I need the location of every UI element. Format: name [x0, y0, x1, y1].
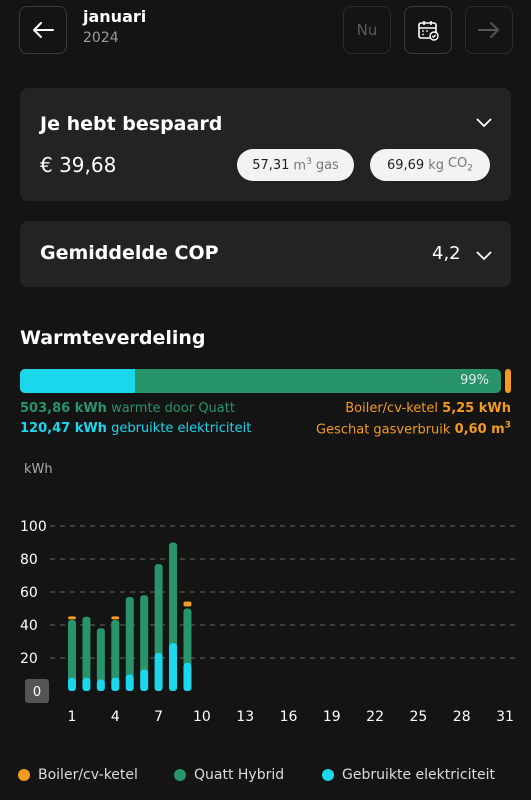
electricity-stat: 120,47 kWh gebruikte elektriciteit: [20, 421, 252, 436]
bar-quatt-hybrid: [169, 542, 178, 647]
x-tick-label: 28: [453, 709, 471, 725]
heat-distribution-title: Warmteverdeling: [20, 327, 206, 349]
electricity-segment: [20, 369, 136, 393]
boiler-stat: Boiler/cv-ketel 5,25 kWh: [345, 401, 511, 416]
x-tick-label: 16: [280, 709, 298, 725]
x-tick-label: 10: [193, 709, 211, 725]
quatt-heat-stat: 503,86 kWh warmte door Quatt: [20, 401, 235, 416]
gas-savings-pill: 57,31 m3 gas: [237, 149, 354, 181]
x-tick-label: 22: [366, 709, 384, 725]
gas-savings-unit: m3: [293, 156, 312, 174]
forward-button[interactable]: [465, 6, 513, 54]
quatt-legend-dot: [174, 769, 186, 781]
quatt-percentage: 99%: [460, 373, 489, 388]
legend-electricity-label: Gebruikte elektriciteit: [342, 767, 495, 783]
boiler-legend-dot: [18, 769, 30, 781]
now-button[interactable]: Nu: [343, 6, 391, 54]
legend-electricity: Gebruikte elektriciteit: [322, 767, 495, 783]
x-tick-label: 4: [111, 709, 120, 725]
cop-card[interactable]: Gemiddelde COP 4,2: [20, 221, 511, 287]
bar-electricity: [169, 643, 178, 691]
y-tick-label: 20: [20, 651, 38, 667]
y-tick-label: 0: [33, 685, 41, 700]
gas-savings-value: 57,31: [252, 157, 290, 173]
gas-usage-stat: Geschat gasverbruik 0,60 m3: [316, 421, 511, 438]
bar-quatt-hybrid: [111, 620, 120, 681]
bar-quatt-hybrid: [96, 628, 105, 683]
cop-value: 4,2: [432, 243, 461, 264]
electricity-legend-dot: [322, 769, 334, 781]
calendar-button[interactable]: [404, 6, 452, 54]
bar-electricity: [140, 669, 149, 691]
y-tick-label: 100: [20, 519, 47, 535]
bar-electricity: [68, 677, 76, 691]
bar-boiler: [111, 616, 120, 620]
y-tick-label: 40: [20, 618, 38, 634]
co2-savings-label: CO2: [447, 156, 474, 174]
bar-electricity: [125, 674, 134, 691]
co2-savings-pill: 69,69 kg CO2: [370, 149, 490, 181]
chevron-down-icon[interactable]: [476, 118, 492, 128]
savings-title: Je hebt bespaard: [40, 113, 223, 135]
bar-quatt-hybrid: [183, 608, 192, 666]
back-button[interactable]: [19, 6, 67, 54]
cop-title: Gemiddelde COP: [40, 242, 219, 264]
y-tick-label: 60: [20, 585, 38, 601]
x-tick-label: 13: [236, 709, 254, 725]
now-button-label: Nu: [356, 21, 378, 39]
bar-quatt-hybrid: [68, 620, 76, 681]
savings-amount: € 39,68: [40, 153, 117, 177]
bar-boiler: [183, 601, 192, 607]
bar-electricity: [82, 677, 91, 691]
arrow-right-icon: [478, 22, 499, 38]
heat-distribution-bar: 99%: [20, 369, 501, 393]
y-tick-label: 80: [20, 552, 38, 568]
arrow-left-icon: [33, 22, 54, 38]
bar-electricity: [154, 653, 163, 691]
y-axis-label: kWh: [24, 462, 53, 477]
x-tick-label: 31: [496, 709, 514, 725]
bar-boiler: [68, 616, 76, 620]
co2-savings-value: 69,69: [386, 157, 425, 173]
bar-quatt-hybrid: [154, 563, 163, 657]
gas-savings-label: gas: [315, 157, 339, 173]
x-tick-label: 1: [68, 709, 77, 725]
calendar-icon: [418, 21, 439, 41]
x-tick-label: 25: [409, 709, 427, 725]
legend-quatt-label: Quatt Hybrid: [194, 767, 285, 783]
bar-electricity: [111, 677, 120, 691]
legend-quatt: Quatt Hybrid: [174, 767, 284, 783]
savings-card[interactable]: Je hebt bespaard € 39,68: [20, 88, 511, 201]
page-subtitle-year: 2024: [83, 30, 119, 46]
bar-quatt-hybrid: [82, 616, 91, 681]
legend-boiler: Boiler/cv-ketel: [18, 767, 138, 783]
bar-quatt-hybrid: [125, 596, 134, 678]
legend-boiler-label: Boiler/cv-ketel: [38, 767, 138, 783]
x-tick-label: 19: [323, 709, 341, 725]
daily-energy-chart: kWh 0 20 40 60 80 100 1 4 7 10 13 16 19 22 25 28 31: [20, 462, 518, 725]
bar-electricity: [183, 662, 192, 691]
co2-savings-unit: kg: [428, 157, 444, 173]
bar-electricity: [96, 679, 105, 691]
page-title: januari: [83, 7, 147, 26]
x-tick-label: 7: [154, 709, 163, 725]
boiler-segment: [505, 369, 511, 393]
bar-quatt-hybrid: [140, 595, 149, 673]
chevron-down-icon[interactable]: [476, 251, 492, 261]
